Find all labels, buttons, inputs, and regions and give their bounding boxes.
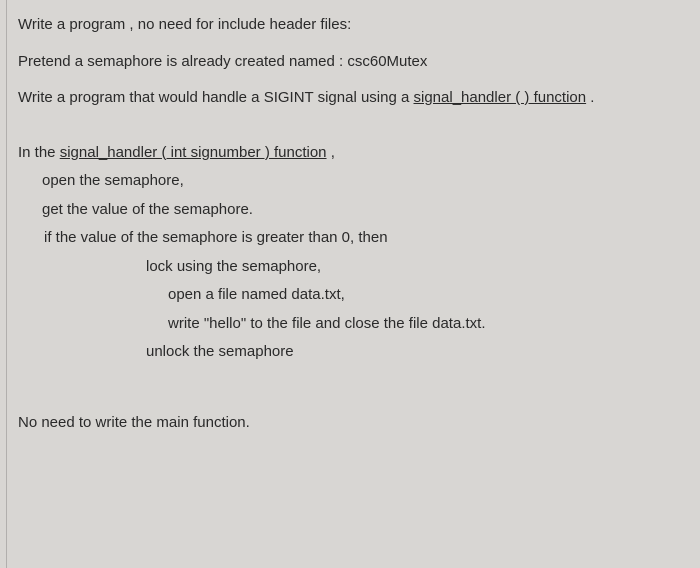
if-text: if the value of the semaphore is greater…: [44, 229, 388, 246]
fn-pre: In the: [18, 144, 60, 161]
intro-line-3-underline: signal_handler ( ) function: [414, 89, 587, 106]
step-if-condition: if the value of the semaphore is greater…: [42, 227, 678, 250]
step-open-semaphore: open the semaphore,: [42, 170, 678, 193]
step-get-value: get the value of the semaphore.: [42, 199, 678, 222]
intro-section: Write a program , no need for include he…: [18, 14, 678, 110]
intro-line-3-pre: Write a program that would handle a SIGI…: [18, 89, 414, 106]
intro-line-1: Write a program , no need for include he…: [18, 14, 678, 37]
fn-post: ,: [327, 144, 335, 161]
step-unlock: unlock the semaphore: [146, 341, 678, 364]
body-section: In the signal_handler ( int signumber ) …: [18, 142, 678, 364]
fn-underline: signal_handler ( int signumber ) functio…: [60, 144, 327, 161]
intro-line-2: Pretend a semaphore is already created n…: [18, 51, 678, 74]
step-write-file: write "hello" to the file and close the …: [168, 313, 678, 336]
fn-heading: In the signal_handler ( int signumber ) …: [18, 142, 678, 165]
intro-line-3-post: .: [586, 89, 594, 106]
footer-note: No need to write the main function.: [18, 412, 678, 435]
left-margin-line: [6, 0, 7, 568]
step-lock: lock using the semaphore,: [146, 256, 678, 279]
intro-line-3: Write a program that would handle a SIGI…: [18, 87, 678, 110]
step-open-file: open a file named data.txt,: [168, 284, 678, 307]
